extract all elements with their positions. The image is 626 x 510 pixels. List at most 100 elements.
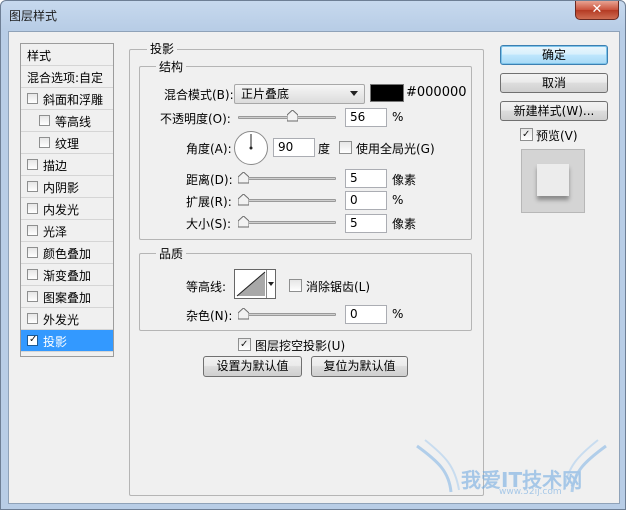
spread-slider[interactable] [238, 199, 336, 202]
size-slider[interactable] [238, 221, 336, 224]
noise-slider-thumb[interactable] [238, 308, 249, 320]
style-list-item[interactable]: 外发光 [21, 308, 113, 330]
size-label: 大小(S): [186, 217, 232, 231]
window-title: 图层样式 [9, 9, 58, 23]
quality-title: 品质 [156, 245, 187, 262]
ok-button[interactable]: 确定 [500, 45, 608, 65]
cancel-button[interactable]: 取消 [500, 73, 608, 93]
noise-slider[interactable] [238, 313, 336, 316]
style-list-checkbox[interactable] [27, 159, 38, 170]
chevron-down-icon [350, 91, 358, 96]
opacity-label: 不透明度(O): [160, 112, 231, 126]
distance-input[interactable]: 5 [345, 169, 387, 188]
style-list-label: 斜面和浮雕 [43, 93, 104, 107]
contour-label: 等高线: [186, 280, 227, 294]
style-list-label: 外发光 [43, 313, 80, 327]
angle-unit: 度 [318, 142, 331, 156]
layer-style-dialog: 图层样式 ✕ 样式混合选项:自定斜面和浮雕等高线纹理描边内阴影内发光光泽颜色叠加… [0, 0, 626, 510]
preview-label: 预览(V) [536, 129, 578, 143]
style-list-label: 样式 [27, 49, 52, 63]
shadow-color-hex: #000000 [406, 85, 467, 100]
blend-mode-value: 正片叠底 [241, 87, 290, 101]
style-list-checkbox[interactable] [27, 203, 38, 214]
style-list-item[interactable]: 样式 [21, 44, 113, 66]
angle-dial-needle-icon [249, 134, 253, 150]
style-list-item[interactable]: 纹理 [21, 132, 113, 154]
style-list-label: 等高线 [55, 115, 92, 129]
distance-slider-thumb[interactable] [238, 172, 249, 184]
style-list-label: 投影 [43, 335, 68, 349]
global-light-checkbox[interactable] [339, 141, 352, 154]
reset-default-button[interactable]: 复位为默认值 [311, 356, 408, 377]
title-bar[interactable]: 图层样式 ✕ [1, 1, 625, 31]
noise-label: 杂色(N): [186, 309, 233, 323]
style-list-item[interactable]: 内阴影 [21, 176, 113, 198]
style-list-checkbox[interactable] [39, 137, 50, 148]
anti-alias-checkbox[interactable] [289, 279, 302, 292]
noise-unit: % [392, 307, 404, 321]
angle-label: 角度(A): [186, 142, 232, 156]
blend-mode-select[interactable]: 正片叠底 [234, 84, 365, 104]
size-unit: 像素 [392, 217, 417, 231]
shadow-color-swatch[interactable] [370, 84, 404, 102]
knockout-label: 图层挖空投影(U) [255, 339, 346, 353]
style-list-item[interactable]: 图案叠加 [21, 286, 113, 308]
contour-linear-icon [236, 270, 274, 298]
checkmark-icon: ✓ [240, 339, 249, 350]
structure-title: 结构 [156, 58, 187, 75]
knockout-checkbox[interactable]: ✓ [238, 338, 251, 351]
style-list-checkbox[interactable] [27, 313, 38, 324]
style-list-checkbox[interactable] [39, 115, 50, 126]
noise-input[interactable]: 0 [345, 305, 387, 324]
style-list-checkbox[interactable] [27, 225, 38, 236]
style-list-label: 内阴影 [43, 181, 80, 195]
style-preview-swatch [521, 149, 585, 213]
style-list-checkbox[interactable] [27, 181, 38, 192]
distance-unit: 像素 [392, 173, 417, 187]
anti-alias-label: 消除锯齿(L) [306, 280, 371, 294]
distance-label: 距离(D): [186, 173, 233, 187]
style-list-checkbox[interactable] [27, 291, 38, 302]
preview-checkbox[interactable]: ✓ [520, 128, 533, 141]
size-slider-thumb[interactable] [238, 216, 249, 228]
style-list-checkbox[interactable] [27, 247, 38, 258]
spread-label: 扩展(R): [186, 195, 232, 209]
spread-slider-thumb[interactable] [238, 194, 249, 206]
dialog-body: 样式混合选项:自定斜面和浮雕等高线纹理描边内阴影内发光光泽颜色叠加渐变叠加图案叠… [8, 31, 620, 504]
spread-unit: % [392, 193, 404, 207]
global-light-label: 使用全局光(G) [356, 142, 435, 156]
style-list-item[interactable]: 等高线 [21, 110, 113, 132]
style-list-label: 纹理 [55, 137, 80, 151]
opacity-slider-thumb[interactable] [287, 110, 298, 122]
preview-shadow-square [537, 164, 569, 196]
spread-input[interactable]: 0 [345, 191, 387, 210]
checkmark-icon: ✓ [29, 334, 38, 345]
style-list-label: 颜色叠加 [43, 247, 92, 261]
style-list-item[interactable]: 内发光 [21, 198, 113, 220]
style-list-checkbox[interactable] [27, 93, 38, 104]
style-list-item[interactable]: 混合选项:自定 [21, 66, 113, 88]
style-list-checkbox[interactable]: ✓ [27, 334, 38, 346]
angle-input[interactable]: 90 [273, 138, 315, 157]
contour-picker[interactable] [234, 269, 276, 299]
distance-slider[interactable] [238, 177, 336, 180]
style-list-item[interactable]: 渐变叠加 [21, 264, 113, 286]
style-list-checkbox[interactable] [27, 269, 38, 280]
style-list-item[interactable]: 描边 [21, 154, 113, 176]
close-icon: ✕ [591, 2, 603, 17]
style-list-item[interactable]: ✓ 投影 [21, 330, 113, 352]
opacity-unit: % [392, 110, 404, 124]
style-list-item[interactable]: 斜面和浮雕 [21, 88, 113, 110]
size-input[interactable]: 5 [345, 214, 387, 233]
style-list-item[interactable]: 光泽 [21, 220, 113, 242]
new-style-button[interactable]: 新建样式(W)... [500, 101, 608, 121]
opacity-input[interactable]: 56 [345, 108, 387, 127]
blend-mode-label: 混合模式(B): [164, 88, 234, 102]
style-list: 样式混合选项:自定斜面和浮雕等高线纹理描边内阴影内发光光泽颜色叠加渐变叠加图案叠… [20, 43, 114, 357]
style-list-label: 图案叠加 [43, 291, 92, 305]
style-list-item[interactable]: 颜色叠加 [21, 242, 113, 264]
style-list-label: 内发光 [43, 203, 80, 217]
close-button[interactable]: ✕ [575, 1, 619, 20]
angle-dial[interactable] [234, 131, 268, 165]
make-default-button[interactable]: 设置为默认值 [203, 356, 302, 377]
